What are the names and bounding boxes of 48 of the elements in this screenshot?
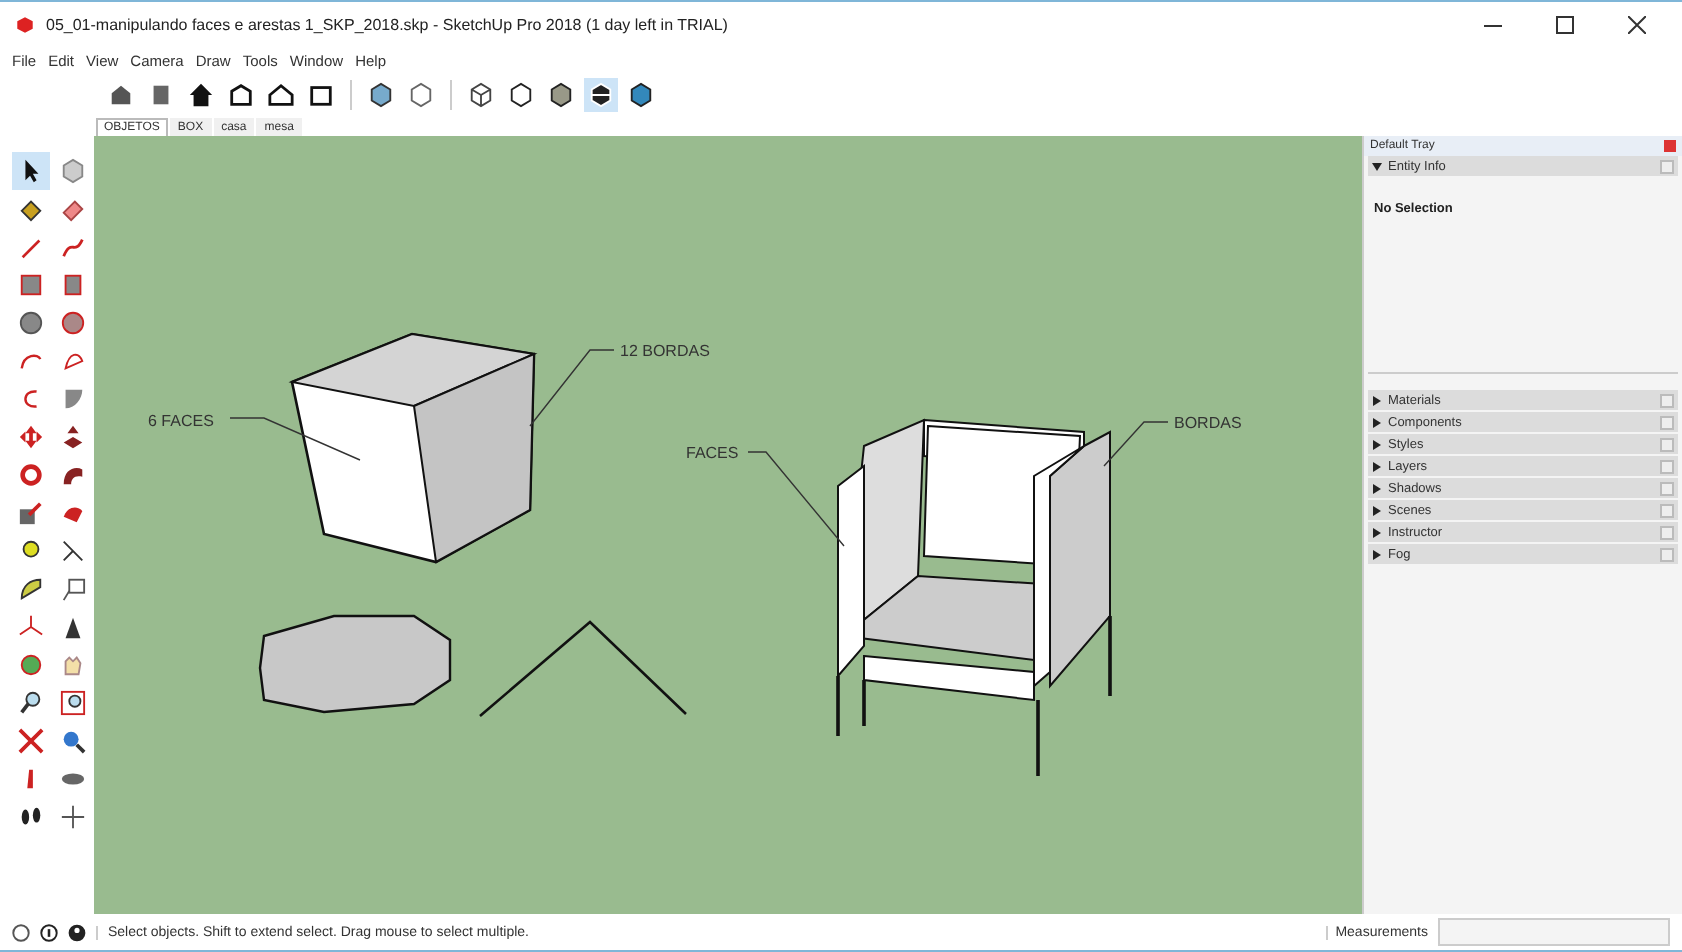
freehand-icon <box>60 234 86 260</box>
caret-icon <box>1372 527 1382 537</box>
eraser-icon <box>60 196 86 222</box>
annotation-label: 12 BORDAS <box>620 342 710 360</box>
annotation-label: FACES <box>686 444 739 462</box>
cube-icon <box>60 158 86 184</box>
iso-house-icon <box>108 81 134 107</box>
caret-icon <box>1372 505 1382 515</box>
circle-icon <box>18 310 44 336</box>
wireframe-cube-icon <box>468 81 494 107</box>
caret-icon <box>1372 395 1382 405</box>
leader-line <box>529 349 615 427</box>
pencil-icon <box>18 234 44 260</box>
tool-button[interactable] <box>12 152 50 190</box>
maximize-icon[interactable] <box>1555 15 1573 33</box>
move-icon <box>18 424 44 450</box>
house-left-icon <box>308 81 334 107</box>
caret-icon <box>1372 161 1382 171</box>
drawing-canvas[interactable]: 6 FACES 12 BORDAS FACES BORDAS <box>94 136 1362 914</box>
text-label-icon <box>60 576 86 602</box>
caret-icon <box>1372 549 1382 559</box>
house-back-icon <box>268 81 294 107</box>
window-title: 05_01-manipulando faces e arestas 1_SKP_2018.skp - SketchUp Pro 2018 (1 day left in TRIAL) <box>46 15 730 33</box>
annotation-label: 6 FACES <box>148 412 214 430</box>
scale-icon <box>18 500 44 526</box>
crosshair-icon <box>60 804 86 830</box>
annotation-label: BORDAS <box>1174 414 1242 432</box>
leader-line <box>229 417 361 461</box>
caret-icon <box>1372 439 1382 449</box>
user-icon <box>68 923 86 941</box>
leader-line <box>1103 421 1169 467</box>
leader-line <box>747 451 845 547</box>
zoom-window-icon <box>60 690 86 716</box>
pie-arc-icon <box>60 348 86 374</box>
measurements-field[interactable] <box>1438 918 1670 946</box>
house-front-icon <box>188 81 214 107</box>
caret-icon <box>1372 417 1382 427</box>
rotated-rectangle-icon <box>60 272 86 298</box>
hand-icon <box>60 652 86 678</box>
rectangle-icon <box>18 272 44 298</box>
magnifier-icon <box>18 690 44 716</box>
app-logo-icon <box>16 15 34 33</box>
caret-icon <box>1372 461 1382 471</box>
toolbar-button[interactable] <box>584 77 618 111</box>
axes-icon <box>18 614 44 640</box>
caret-icon <box>1372 483 1382 493</box>
house-right-icon <box>228 81 254 107</box>
close-icon[interactable] <box>1627 15 1645 33</box>
